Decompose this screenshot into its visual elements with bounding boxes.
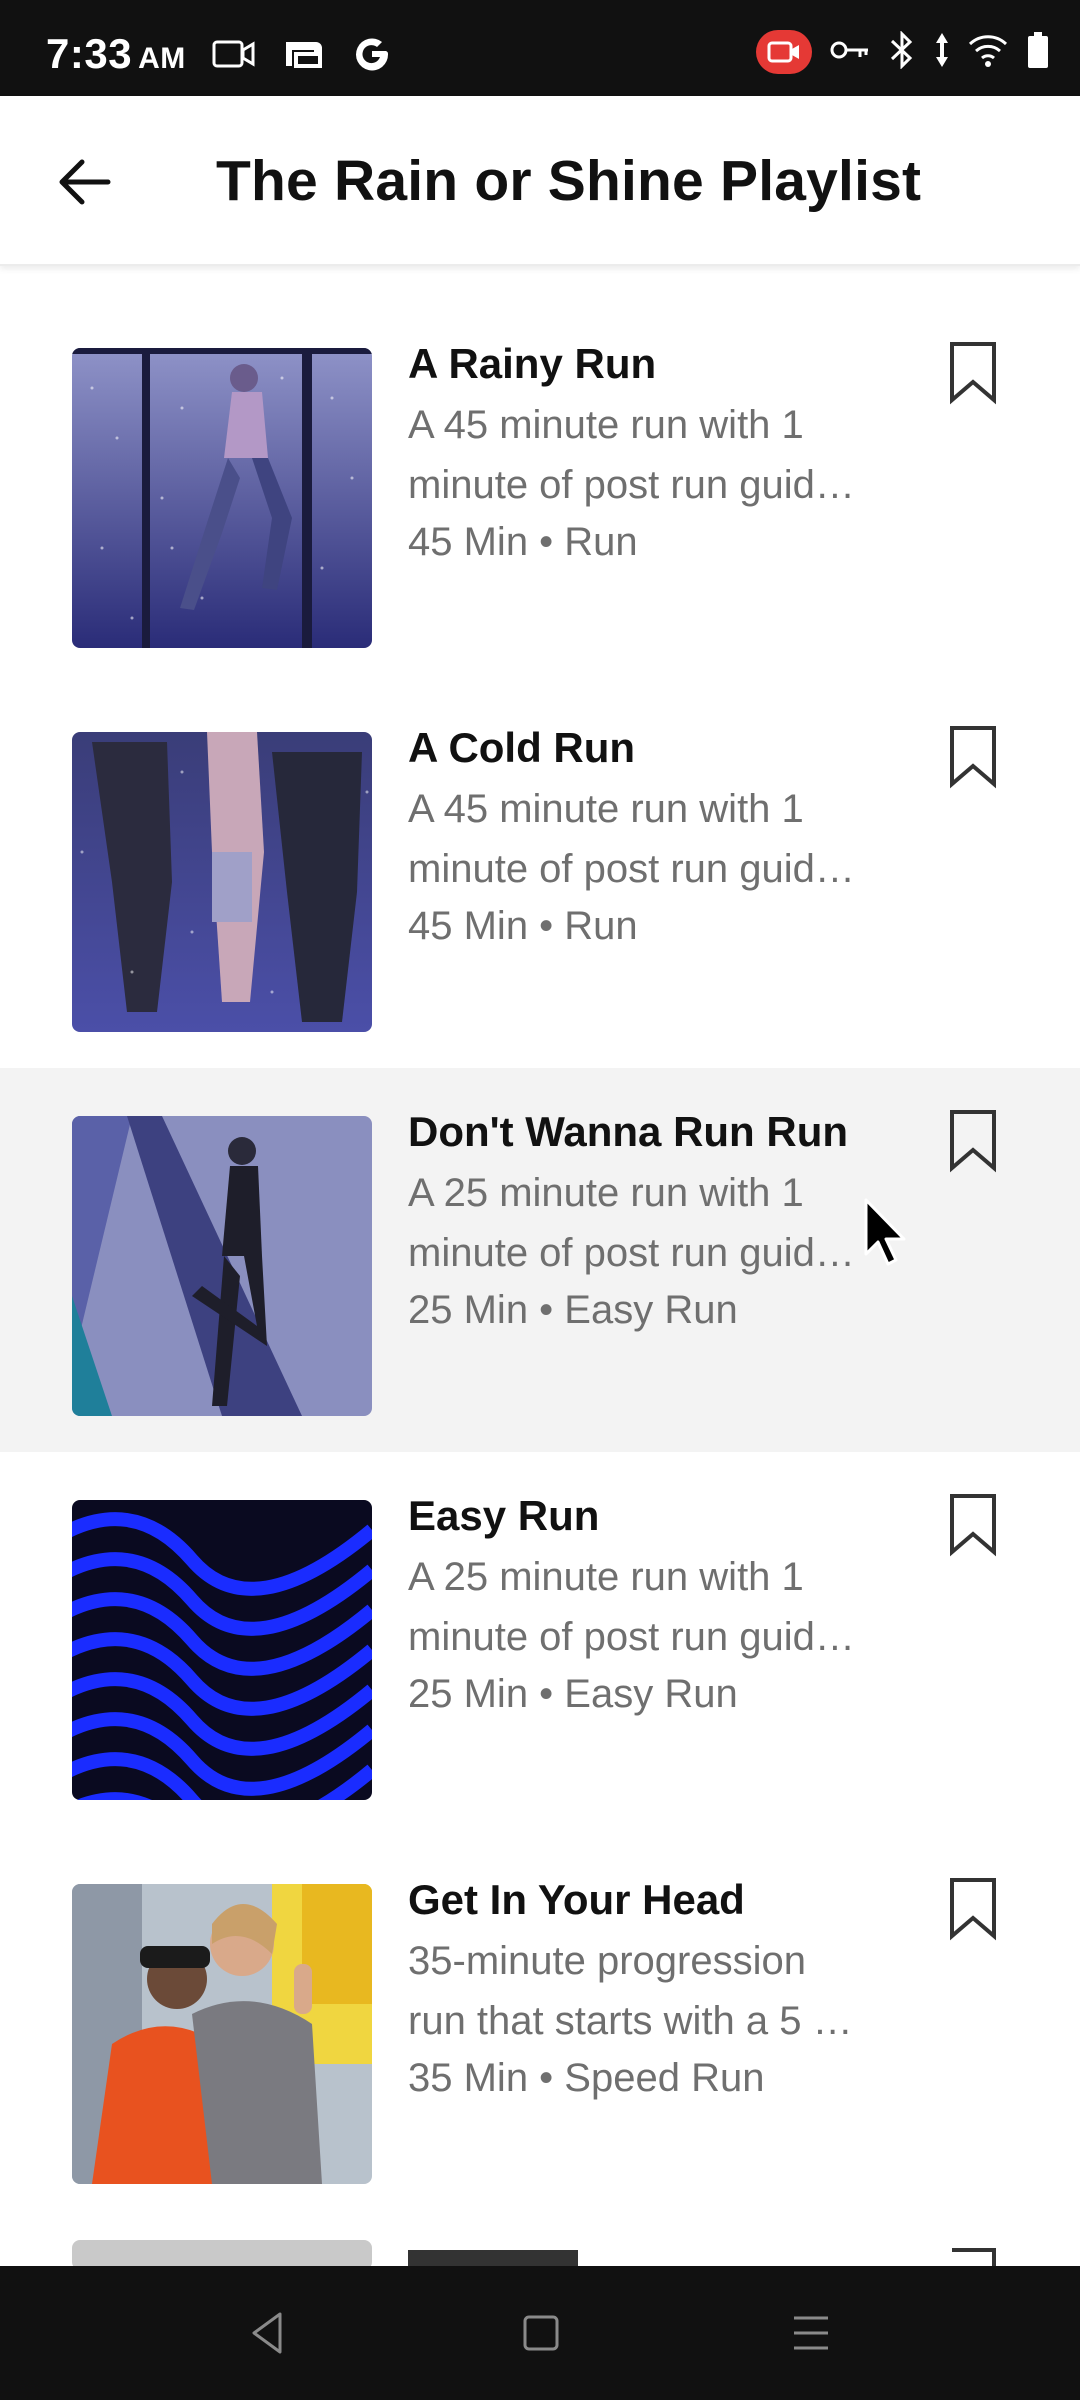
run-thumbnail	[72, 1884, 372, 2184]
run-title: Get In Your Head	[408, 1876, 745, 1923]
wifi-icon	[968, 33, 1008, 72]
bookmark-icon[interactable]	[944, 724, 1002, 790]
list-item[interactable]: A Rainy Run A 45 minute run with 1 minute…	[0, 300, 1080, 684]
list-item[interactable]: Easy Run A 25 minute run with 1 minute of…	[0, 1452, 1080, 1836]
bookmark-icon[interactable]	[944, 1876, 1002, 1942]
list-item[interactable]: Don't Wanna Run Run A 25 minute run with…	[0, 1068, 1080, 1452]
run-meta: 45 Min • Run	[408, 904, 638, 948]
key-icon	[830, 38, 870, 67]
run-title: A Cold Run	[408, 724, 636, 771]
run-thumbnail	[72, 348, 372, 648]
run-title: A Rainy Run	[408, 340, 657, 387]
system-nav-bar	[0, 2266, 1080, 2400]
arrow-left-icon	[59, 159, 111, 205]
battery-icon	[1026, 31, 1050, 74]
home-square-icon[interactable]	[516, 2308, 566, 2358]
run-thumbnail	[72, 1500, 372, 1800]
list-item[interactable]: A Cold Run A 45 minute run with 1 minute …	[0, 684, 1080, 1068]
run-title: Easy Run	[408, 1492, 600, 1539]
back-button[interactable]	[50, 148, 118, 216]
run-description: 35-minute progression run that starts wit…	[408, 1939, 853, 2043]
list-item-partial[interactable]	[0, 2220, 1080, 2266]
status-bar: 7:33 AM	[0, 0, 1080, 96]
back-triangle-icon[interactable]	[244, 2308, 294, 2358]
bookmark-icon[interactable]	[944, 340, 1002, 406]
mouse-cursor-icon	[864, 1198, 906, 1266]
run-list: A Rainy Run A 45 minute run with 1 minute…	[0, 300, 1080, 2220]
bookmark-icon[interactable]	[944, 1108, 1002, 1174]
run-thumbnail	[72, 1116, 372, 1416]
run-thumbnail	[72, 732, 372, 1032]
google-icon	[352, 34, 392, 79]
status-time: 7:33 AM	[46, 30, 186, 77]
run-meta: 25 Min • Easy Run	[408, 1672, 738, 1716]
run-description: A 45 minute run with 1 minute of post run…	[408, 403, 855, 507]
run-description: A 25 minute run with 1 minute of post run…	[408, 1171, 855, 1275]
run-meta: 25 Min • Easy Run	[408, 1288, 738, 1332]
list-item[interactable]: Get In Your Head 35-minute progression ru…	[0, 1836, 1080, 2220]
bluetooth-icon	[888, 29, 916, 74]
run-title: Don't Wanna Run Run	[408, 1108, 849, 1155]
page-title: The Rain or Shine Playlist	[216, 149, 922, 213]
run-meta: 35 Min • Speed Run	[408, 2056, 765, 2100]
run-description: A 45 minute run with 1 minute of post run…	[408, 787, 855, 891]
run-meta: 45 Min • Run	[408, 520, 638, 564]
app-bar: The Rain or Shine Playlist	[0, 96, 1080, 266]
run-description: A 25 minute run with 1 minute of post run…	[408, 1555, 855, 1659]
bookmark-icon[interactable]	[944, 1492, 1002, 1558]
menu-lines-icon[interactable]	[786, 2308, 836, 2358]
video-icon	[212, 38, 256, 75]
cast-icon	[282, 36, 326, 77]
data-arrows-icon	[934, 31, 950, 74]
screen-record-icon	[756, 30, 812, 74]
